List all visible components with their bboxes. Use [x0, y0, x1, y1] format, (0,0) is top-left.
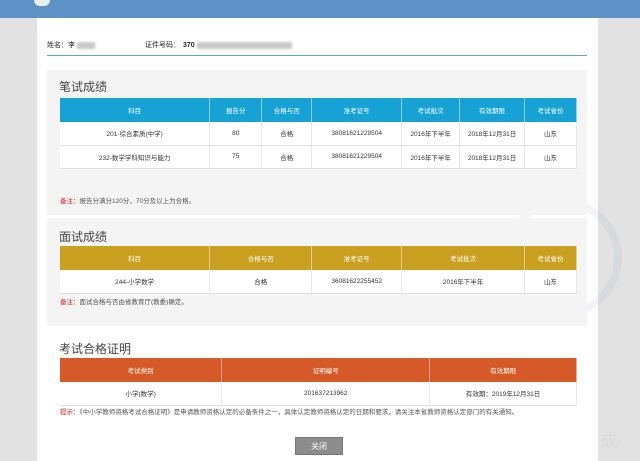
- col-cert-no: 证明编号: [221, 358, 431, 382]
- col-batch: 考试批次: [401, 98, 461, 122]
- cell: 山东: [524, 270, 577, 294]
- cell: 2016年下半年: [401, 145, 461, 169]
- cell: 201-综合素质(中学): [60, 122, 211, 146]
- corner-watermark-text: 成: [600, 431, 618, 451]
- cell: 2018年12月31日: [459, 122, 526, 146]
- certificate-table: 考试类别 证明编号 有效期限 小学(数学) 201637213962 有效期：2…: [60, 358, 577, 406]
- id-redacted: [196, 41, 292, 49]
- cell: 小学(数学): [60, 382, 223, 406]
- cell: 2016年下半年: [401, 122, 461, 146]
- cell: 36081622255452: [311, 270, 403, 294]
- table-row: 小学(数学) 201637213962 有效期：2019年12月31日: [60, 382, 577, 406]
- info-divider: [47, 55, 587, 56]
- cell: 合格: [261, 145, 313, 169]
- col-subject: 科目: [60, 246, 211, 270]
- col-batch: 考试批次: [401, 246, 526, 270]
- name-redacted: [77, 41, 95, 49]
- col-ticket: 准考证号: [311, 98, 403, 122]
- cell: 2016年下半年: [401, 270, 526, 294]
- cell: 38081621229504: [311, 145, 403, 169]
- written-title: 笔试成绩: [59, 80, 108, 94]
- close-button[interactable]: 关闭: [295, 437, 343, 455]
- cell: 山东: [524, 145, 577, 169]
- cell: 80: [209, 122, 263, 146]
- interview-score-table: 科目 合格与否 准考证号 考试批次 考试省份 244-小学数学 合格 36081…: [60, 246, 577, 294]
- col-province: 考试省份: [524, 246, 577, 270]
- written-note: 备注：报告分满分120分，70分及以上为合格。: [60, 197, 195, 206]
- col-pass: 合格与否: [261, 98, 313, 122]
- cell: 232-数学学科知识与能力: [60, 145, 211, 169]
- cell: 有效期：2019年12月31日: [429, 382, 577, 406]
- interview-score-section: 面试成绩 科目 合格与否 准考证号 考试批次 考试省份 244-小学数学 合格 …: [47, 218, 587, 326]
- note-text: 《中小学教师资格考试合格证明》是申请教师资格认定的必备条件之一，具体认定教师资格…: [79, 409, 519, 416]
- col-province: 考试省份: [524, 98, 577, 122]
- certificate-note: 提示：《中小学教师资格考试合格证明》是申请教师资格认定的必备条件之一，具体认定教…: [60, 408, 585, 417]
- table-row: 232-数学学科知识与能力 75 合格 38081621229504 2016年…: [60, 145, 577, 169]
- written-score-section: 笔试成绩 科目 报告分 合格与否 准考证号 考试批次 有效期限 考试省份 201…: [47, 70, 587, 215]
- col-category: 考试类别: [60, 358, 223, 382]
- note-label: 提示：: [60, 409, 80, 416]
- result-panel: 姓名： 李 证件号码： 370 笔试成绩 科目 报告分 合格与否 准考证号 考试…: [37, 18, 622, 461]
- id-label: 证件号码：: [145, 42, 180, 49]
- certificate-title: 考试合格证明: [59, 342, 132, 356]
- cell: 201637213962: [221, 382, 431, 406]
- header-logo: [34, 0, 50, 6]
- certificate-section: 考试合格证明 考试类别 证明编号 有效期限 小学(数学) 20163721396…: [47, 330, 587, 440]
- id-value: 370: [183, 41, 195, 49]
- col-score: 报告分: [209, 98, 263, 122]
- name-label: 姓名：: [47, 42, 68, 49]
- note-label: 备注：: [60, 299, 80, 306]
- note-text: 面试合格与否由省教育厅(教委)确定。: [79, 299, 188, 306]
- cell: 244-小学数学: [60, 270, 211, 294]
- col-ticket: 准考证号: [311, 246, 403, 270]
- table-row: 244-小学数学 合格 36081622255452 2016年下半年 山东: [60, 270, 577, 294]
- left-margin: [0, 18, 37, 461]
- col-valid: 有效期限: [429, 358, 577, 382]
- interview-note: 备注：面试合格与否由省教育厅(教委)确定。: [60, 298, 188, 307]
- cell: 合格: [261, 122, 313, 146]
- interview-title: 面试成绩: [59, 230, 108, 244]
- table-row: 201-综合素质(中学) 80 合格 38081621229504 2016年下…: [60, 122, 577, 146]
- cell: 合格: [209, 270, 313, 294]
- note-label: 备注：: [60, 198, 80, 205]
- note-text: 报告分满分120分，70分及以上为合格。: [79, 198, 196, 205]
- top-header-bar: [0, 0, 640, 18]
- cell: 2018年12月31日: [459, 145, 526, 169]
- col-subject: 科目: [60, 98, 211, 122]
- cell: 山东: [524, 122, 577, 146]
- cell: 38081621229504: [311, 122, 403, 146]
- col-pass: 合格与否: [209, 246, 313, 270]
- candidate-info: 姓名： 李 证件号码： 370: [47, 40, 292, 50]
- cell: 75: [209, 145, 263, 169]
- col-valid: 有效期限: [459, 98, 526, 122]
- name-value: 李: [68, 42, 75, 49]
- written-score-table: 科目 报告分 合格与否 准考证号 考试批次 有效期限 考试省份 201-综合素质…: [60, 98, 577, 169]
